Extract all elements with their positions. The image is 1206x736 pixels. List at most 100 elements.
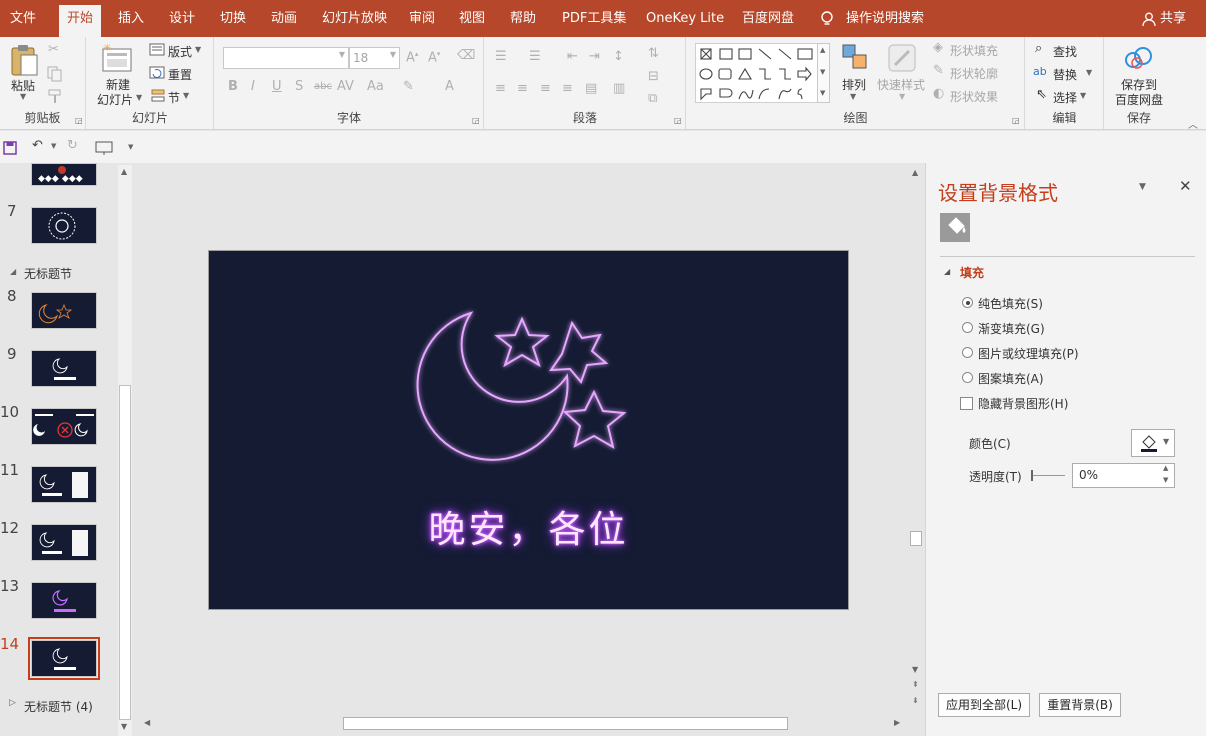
- shape-outline-button[interactable]: 形状轮廓: [950, 65, 998, 82]
- slide-title[interactable]: 晚安，各位: [209, 499, 848, 553]
- hide-bg-label[interactable]: 隐藏背景图形(H): [978, 395, 1068, 412]
- scroll-up-icon[interactable]: ▲: [912, 168, 918, 177]
- share-button[interactable]: 共享: [1142, 0, 1186, 37]
- hide-bg-checkbox[interactable]: [960, 397, 973, 410]
- dialog-launcher-icon[interactable]: ◲: [75, 116, 83, 125]
- new-slide-icon[interactable]: ✳: [101, 43, 135, 73]
- save-icon[interactable]: [3, 141, 17, 155]
- find-button[interactable]: 查找: [1053, 43, 1077, 60]
- tab-slideshow[interactable]: 幻灯片放映: [322, 0, 387, 37]
- baidu-cloud-icon[interactable]: [1123, 46, 1155, 70]
- pane-options-chevron-icon[interactable]: ▼: [1139, 182, 1146, 192]
- tab-file[interactable]: 文件: [10, 0, 36, 37]
- collapse-ribbon-icon[interactable]: ︿: [1188, 116, 1198, 131]
- chevron-down-icon[interactable]: ▼: [51, 142, 56, 150]
- slide-thumbnail[interactable]: [31, 350, 97, 387]
- decrease-indent-icon[interactable]: ⇤: [567, 49, 578, 64]
- section-icon[interactable]: [149, 89, 165, 102]
- quick-styles-button[interactable]: 快速样式: [877, 76, 925, 93]
- font-color-icon[interactable]: A: [445, 79, 454, 94]
- shapes-scroll[interactable]: ▲ ▼ ▼: [817, 43, 830, 103]
- chevron-down-icon[interactable]: ▼: [195, 45, 201, 54]
- gradient-fill-label[interactable]: 渐变填充(G): [978, 320, 1045, 337]
- replace-button[interactable]: 替换: [1053, 66, 1077, 83]
- align-text-icon[interactable]: ⊟: [648, 69, 659, 84]
- font-size-select[interactable]: 18 ▼: [349, 47, 400, 69]
- tab-design[interactable]: 设计: [169, 0, 195, 37]
- copy-icon[interactable]: [47, 66, 63, 82]
- expand-section-icon[interactable]: ▷: [9, 698, 16, 708]
- horizontal-scrollbar[interactable]: ◀ ▶: [140, 715, 908, 733]
- line-spacing-icon[interactable]: ↕: [613, 49, 624, 64]
- save-to-netdisk-label-2[interactable]: 百度网盘: [1115, 91, 1163, 108]
- align-right-icon[interactable]: ≡: [540, 81, 551, 96]
- fill-section-header[interactable]: 填充: [960, 264, 984, 281]
- chevron-down-icon[interactable]: ▼: [1080, 91, 1086, 100]
- decrease-font-icon[interactable]: A▾: [428, 50, 440, 65]
- slide-thumbnail[interactable]: [31, 292, 97, 329]
- shape-fill-button[interactable]: 形状填充: [950, 42, 998, 59]
- start-slideshow-icon[interactable]: [95, 141, 113, 155]
- change-case-icon[interactable]: Aa: [367, 79, 384, 94]
- shape-effects-icon[interactable]: ◐: [933, 86, 944, 101]
- solid-fill-label[interactable]: 纯色填充(S): [978, 295, 1043, 312]
- slide-thumbnail[interactable]: [31, 207, 97, 244]
- chevron-down-icon[interactable]: ▼: [20, 92, 26, 101]
- previous-slide-icon[interactable]: ⇞: [912, 680, 919, 689]
- chevron-down-icon[interactable]: ▼: [1086, 68, 1092, 77]
- strikethrough-icon[interactable]: abc: [314, 81, 332, 92]
- cut-icon[interactable]: ✂: [48, 42, 59, 57]
- slide-thumbnail-active[interactable]: [31, 640, 97, 677]
- section-button[interactable]: 节: [168, 89, 180, 106]
- tab-animations[interactable]: 动画: [271, 0, 297, 37]
- bold-icon[interactable]: B: [228, 79, 238, 94]
- justify-icon[interactable]: ≡: [562, 81, 573, 96]
- tell-me-search[interactable]: 操作说明搜索: [846, 0, 924, 37]
- text-direction-icon[interactable]: ⇅: [648, 46, 659, 61]
- color-picker-button[interactable]: ▼: [1131, 429, 1175, 457]
- slide-canvas[interactable]: 晚安，各位: [208, 250, 849, 610]
- replace-icon[interactable]: ab: [1033, 65, 1047, 78]
- scroll-thumb[interactable]: [119, 385, 131, 720]
- tab-home[interactable]: 开始: [59, 5, 102, 37]
- dialog-launcher-icon[interactable]: ◲: [674, 116, 682, 125]
- chevron-down-icon[interactable]: ▼: [850, 92, 856, 101]
- section-label[interactable]: 无标题节: [24, 265, 72, 282]
- format-painter-icon[interactable]: [47, 89, 63, 105]
- next-slide-icon[interactable]: ⇟: [912, 696, 919, 705]
- slide-thumbnail[interactable]: [31, 524, 97, 561]
- columns-icon[interactable]: ▥: [613, 81, 625, 96]
- paste-icon[interactable]: [9, 43, 39, 77]
- slide-thumbnail[interactable]: ◆◆◆ ◆◆◆: [31, 163, 97, 186]
- quick-styles-icon[interactable]: [887, 43, 917, 73]
- arrange-icon[interactable]: [841, 43, 869, 71]
- close-icon[interactable]: ✕: [1179, 177, 1192, 195]
- dialog-launcher-icon[interactable]: ◲: [1012, 116, 1020, 125]
- tab-review[interactable]: 审阅: [409, 0, 435, 37]
- underline-icon[interactable]: U: [272, 79, 282, 94]
- customize-toolbar-icon[interactable]: ▼: [128, 143, 133, 151]
- scroll-right-icon[interactable]: ▶: [894, 718, 900, 727]
- spin-up-icon[interactable]: ▲: [1163, 464, 1168, 472]
- pattern-fill-label[interactable]: 图案填充(A): [978, 370, 1044, 387]
- reset-button[interactable]: 重置: [168, 66, 192, 83]
- fill-tab-button[interactable]: [940, 213, 970, 242]
- thumbnail-scrollbar[interactable]: ▲ ▼: [118, 165, 132, 736]
- new-slide-label-2[interactable]: 幻灯片: [97, 91, 133, 108]
- picture-fill-radio[interactable]: [962, 347, 973, 358]
- reset-icon[interactable]: [149, 66, 165, 79]
- select-button[interactable]: 选择: [1053, 89, 1077, 106]
- scroll-down-icon[interactable]: ▼: [912, 665, 918, 674]
- align-center-icon[interactable]: ≡: [517, 81, 528, 96]
- shapes-gallery[interactable]: [695, 43, 823, 103]
- tab-pdf-tools[interactable]: PDF工具集: [562, 0, 626, 37]
- slide-thumbnail[interactable]: [31, 466, 97, 503]
- collapse-fill-icon[interactable]: ◢: [944, 267, 950, 276]
- arrange-button[interactable]: 排列: [842, 76, 866, 93]
- apply-to-all-button[interactable]: 应用到全部(L): [938, 693, 1030, 717]
- italic-icon[interactable]: I: [251, 79, 255, 94]
- tab-transitions[interactable]: 切换: [220, 0, 246, 37]
- increase-indent-icon[interactable]: ⇥: [589, 49, 600, 64]
- bottom-section-label[interactable]: 无标题节 (4): [24, 698, 93, 715]
- slide-thumbnail[interactable]: [31, 582, 97, 619]
